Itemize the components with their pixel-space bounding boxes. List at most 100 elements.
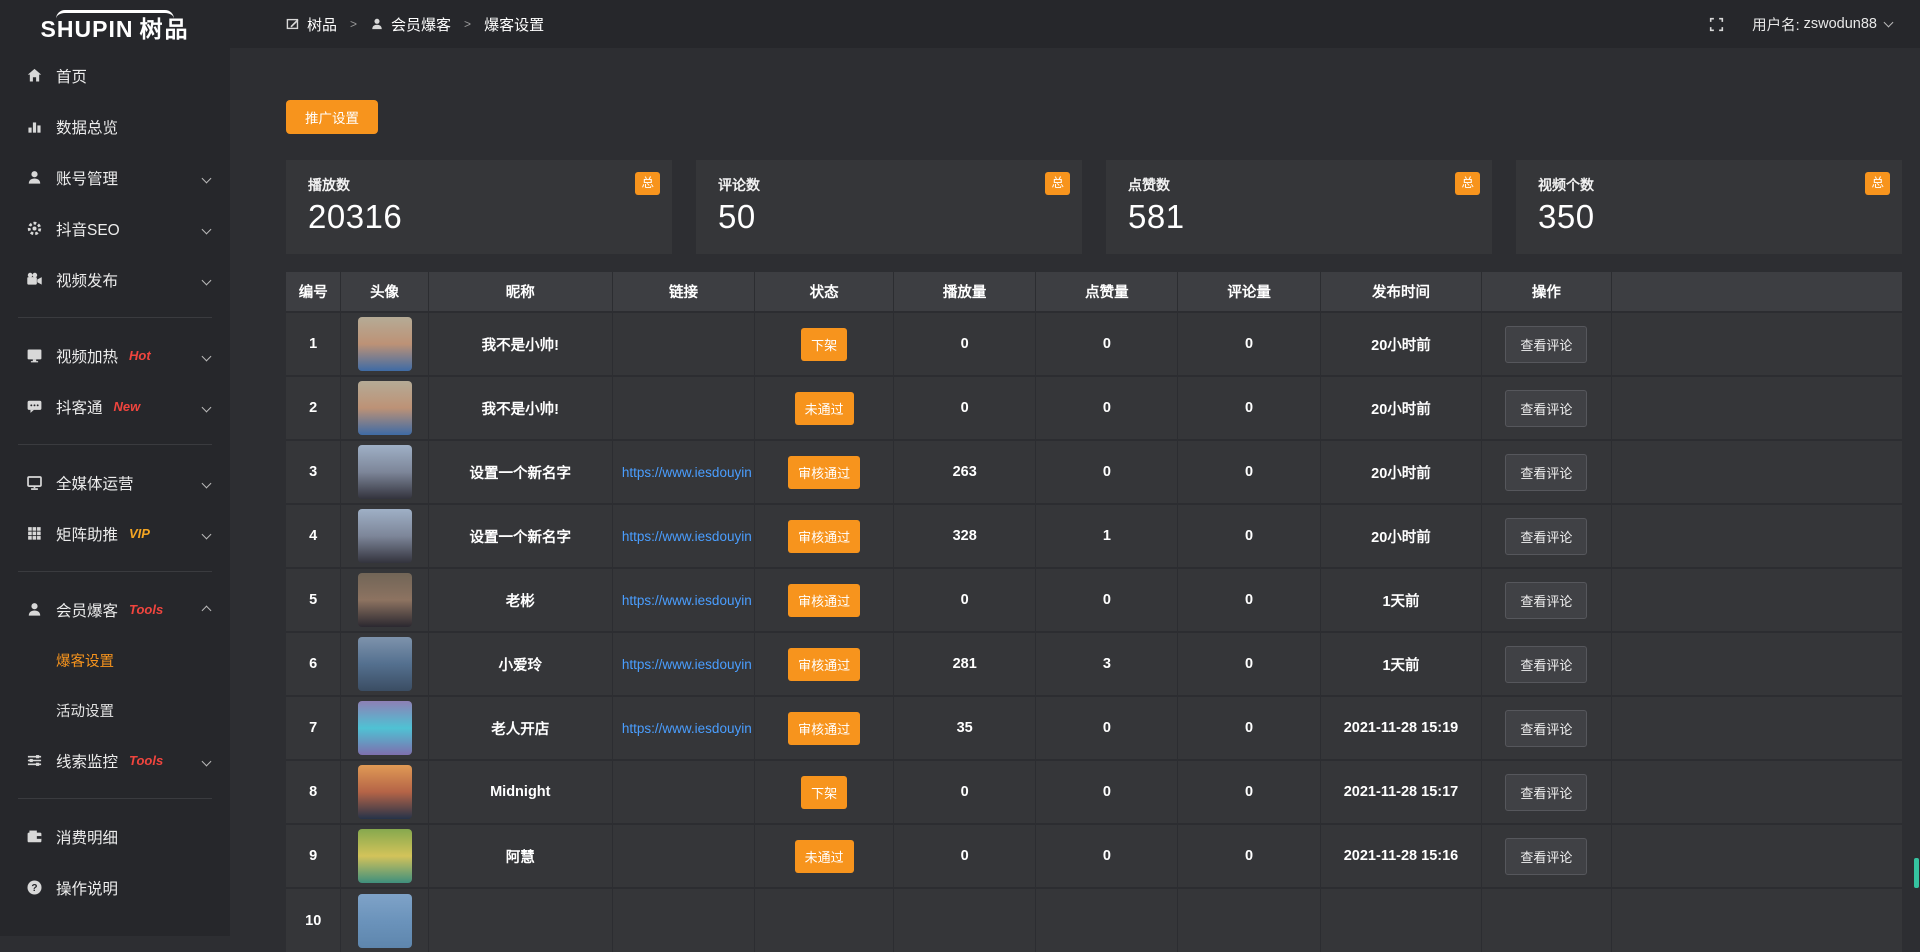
status-badge[interactable]: 未通过: [795, 392, 854, 425]
scrollbar-thumb[interactable]: [1914, 858, 1919, 888]
breadcrumb-label: 树品: [307, 14, 337, 35]
actions-cell: 查看评论: [1482, 568, 1611, 632]
view-comments-button[interactable]: 查看评论: [1505, 518, 1587, 555]
sidebar-item-member-baoke[interactable]: 会员爆客Tools: [0, 584, 230, 635]
nickname-cell: 设置一个新名字: [428, 504, 612, 568]
sidebar-item-badge: Hot: [129, 348, 151, 363]
monitor-outline-icon: [25, 474, 43, 492]
column-header-likes: 点赞量: [1036, 272, 1178, 312]
sidebar-item-doukertong[interactable]: 抖客通New: [0, 381, 230, 432]
status-badge[interactable]: 下架: [801, 776, 847, 809]
view-comments-button[interactable]: 查看评论: [1505, 646, 1587, 683]
breadcrumb: 树品>会员爆客>爆客设置: [286, 14, 544, 35]
view-comments-button[interactable]: 查看评论: [1505, 390, 1587, 427]
plays-cell: [894, 888, 1036, 952]
sidebar-item-home[interactable]: 首页: [0, 50, 230, 101]
avatar-cell: [341, 632, 428, 696]
stat-card-label: 播放数: [308, 175, 650, 195]
sidebar-item-consumption-detail[interactable]: 消费明细: [0, 811, 230, 862]
table-row: 4设置一个新名字https://www.iesdouyin.c审核通过32810…: [286, 504, 1902, 568]
status-badge[interactable]: 审核通过: [788, 584, 860, 617]
videos-table: 编号头像昵称链接状态播放量点赞量评论量发布时间操作 1我不是小帅!下架00020…: [286, 272, 1902, 952]
link-cell: https://www.iesdouyin.c: [612, 696, 754, 760]
sidebar-item-label: 全媒体运营: [56, 472, 134, 494]
row-index-cell: 7: [286, 696, 341, 760]
total-badge: 总: [1865, 172, 1890, 195]
table-row: 10: [286, 888, 1902, 952]
chevron-down-icon: [1884, 18, 1894, 28]
view-comments-button[interactable]: 查看评论: [1505, 454, 1587, 491]
sidebar-item-douyin-seo[interactable]: 抖音SEO: [0, 203, 230, 254]
svg-text:?: ?: [31, 883, 37, 894]
status-badge[interactable]: 审核通过: [788, 520, 860, 553]
likes-cell: 0: [1036, 568, 1178, 632]
status-cell: [755, 888, 894, 952]
plays-cell: 0: [894, 760, 1036, 824]
column-header-actions: 操作: [1482, 272, 1611, 312]
sidebar-item-label: 抖客通: [56, 396, 103, 418]
sidebar-item-matrix-boost[interactable]: 矩阵助推VIP: [0, 508, 230, 559]
breadcrumb-item-member-baoke[interactable]: 会员爆客: [370, 14, 451, 35]
actions-cell: 查看评论: [1482, 696, 1611, 760]
filler-cell: [1611, 760, 1902, 824]
sidebar-item-clue-monitor[interactable]: 线索监控Tools: [0, 735, 230, 786]
promo-settings-button[interactable]: 推广设置: [286, 100, 378, 134]
video-link[interactable]: https://www.iesdouyin.c: [614, 657, 753, 672]
sidebar-item-account-management[interactable]: 账号管理: [0, 152, 230, 203]
view-comments-button[interactable]: 查看评论: [1505, 582, 1587, 619]
topbar: SHUPIN树品 树品>会员爆客>爆客设置 用户名: zswodun88: [0, 0, 1920, 48]
filler-cell: [1611, 376, 1902, 440]
sidebar-item-badge: Tools: [129, 602, 163, 617]
row-index-cell: 5: [286, 568, 341, 632]
chevron-down-icon: [203, 347, 210, 365]
table-row: 3设置一个新名字https://www.iesdouyin.c审核通过26300…: [286, 440, 1902, 504]
user-menu[interactable]: 用户名: zswodun88: [1752, 14, 1892, 35]
actions-cell: 查看评论: [1482, 376, 1611, 440]
status-badge[interactable]: 未通过: [795, 840, 854, 873]
nickname-cell: 老人开店: [428, 696, 612, 760]
avatar: [358, 765, 412, 819]
videos-table-wrap: 编号头像昵称链接状态播放量点赞量评论量发布时间操作 1我不是小帅!下架00020…: [286, 272, 1902, 952]
sidebar-item-omni-media[interactable]: 全媒体运营: [0, 457, 230, 508]
sidebar-item-video-publish[interactable]: 视频发布: [0, 254, 230, 305]
sidebar-divider: [18, 444, 212, 445]
sidebar-item-label: 视频发布: [56, 269, 118, 291]
sidebar-subitem-activity-settings[interactable]: 活动设置: [0, 685, 230, 735]
sidebar-item-operation-guide[interactable]: ?操作说明: [0, 862, 230, 913]
row-index-cell: 6: [286, 632, 341, 696]
sidebar-item-label: 数据总览: [56, 116, 118, 138]
comments-cell: [1178, 888, 1320, 952]
status-badge[interactable]: 审核通过: [788, 456, 860, 489]
sidebar-subitem-baoke-settings[interactable]: 爆客设置: [0, 635, 230, 685]
nickname-cell: 老彬: [428, 568, 612, 632]
stat-card-label: 视频个数: [1538, 175, 1880, 195]
link-cell: [612, 888, 754, 952]
status-badge[interactable]: 审核通过: [788, 712, 860, 745]
status-badge[interactable]: 审核通过: [788, 648, 860, 681]
status-badge[interactable]: 下架: [801, 328, 847, 361]
home-icon: [25, 67, 43, 85]
comments-cell: 0: [1178, 440, 1320, 504]
comments-cell: 0: [1178, 376, 1320, 440]
column-header-status: 状态: [755, 272, 894, 312]
video-link[interactable]: https://www.iesdouyin.c: [614, 721, 753, 736]
view-comments-button[interactable]: 查看评论: [1505, 710, 1587, 747]
sidebar-item-video-heat[interactable]: 视频加热Hot: [0, 330, 230, 381]
view-comments-button[interactable]: 查看评论: [1505, 774, 1587, 811]
plays-cell: 0: [894, 376, 1036, 440]
view-comments-button[interactable]: 查看评论: [1505, 326, 1587, 363]
breadcrumb-item-shupin[interactable]: 树品: [286, 14, 337, 35]
fullscreen-icon[interactable]: [1709, 17, 1724, 32]
wallet-icon: [25, 828, 43, 846]
video-link[interactable]: https://www.iesdouyin.c: [614, 529, 753, 544]
sidebar-item-data-overview[interactable]: 数据总览: [0, 101, 230, 152]
comments-cell: 0: [1178, 696, 1320, 760]
video-link[interactable]: https://www.iesdouyin.c: [614, 465, 753, 480]
publish-time-cell: 1天前: [1320, 632, 1482, 696]
video-link[interactable]: https://www.iesdouyin.c: [614, 593, 753, 608]
breadcrumb-separator: >: [350, 17, 357, 31]
avatar: [358, 509, 412, 563]
view-comments-button[interactable]: 查看评论: [1505, 838, 1587, 875]
stat-card-plays-total: 播放数总20316: [286, 160, 672, 254]
publish-time-cell: 1天前: [1320, 568, 1482, 632]
